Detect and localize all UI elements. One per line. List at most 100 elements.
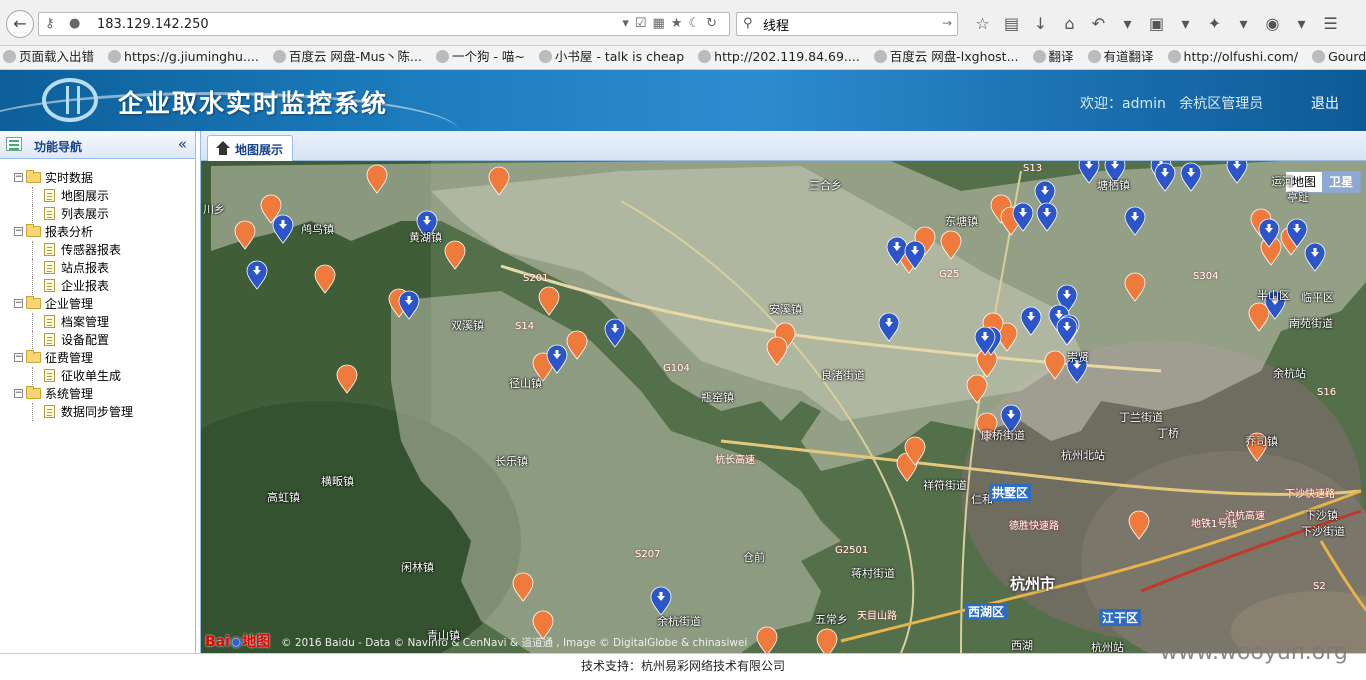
sidebar: 功能导航 « − 实时数据 地图展示 列表展示 − 报表分析 传感器报表 站点报表 企业报表 − 企… (0, 131, 196, 653)
bookmark-item[interactable]: https://g.jiuminghu.... (105, 46, 259, 68)
bookmark-label: 翻译 (1048, 49, 1074, 64)
page-icon (44, 315, 55, 328)
map-place-label: 东塘镇 (945, 215, 978, 228)
bookmark-item[interactable]: 百度云 网盘-Mus丶陈... (270, 46, 422, 68)
logout-link[interactable]: 退出 (1311, 93, 1339, 113)
nav-group[interactable]: − 征费管理 (0, 349, 195, 367)
nav-item[interactable]: 档案管理 (0, 313, 195, 331)
nav-group-label: 征费管理 (45, 351, 94, 365)
nav-item[interactable]: 地图展示 (0, 187, 195, 205)
nav-item-label: 设备配置 (61, 333, 110, 347)
bookmark-item[interactable]: 页面载入出错 (0, 46, 94, 68)
bookmark-item[interactable]: 翻译 (1030, 46, 1074, 68)
app-logo-icon (42, 78, 98, 122)
nav-item[interactable]: 站点报表 (0, 259, 195, 277)
bookmark-favicon-icon (1032, 50, 1046, 63)
map-view[interactable]: 地图 卫星 Bai◉地图 © 2016 Baidu - Data © NavIn… (201, 161, 1366, 653)
map-road-label: S16 (1317, 387, 1337, 398)
nav-group[interactable]: − 实时数据 (0, 169, 195, 187)
bookmark-item[interactable]: 百度云 网盘-lxghost... (871, 46, 1019, 68)
bookmark-item[interactable]: 小书屋 - talk is cheap (536, 46, 684, 68)
nav-item[interactable]: 设备配置 (0, 331, 195, 349)
map-district-label: 西湖区 (965, 603, 1008, 620)
dropdown-icon[interactable]: ▾ (1171, 12, 1200, 36)
nav-group[interactable]: − 系统管理 (0, 385, 195, 403)
nav-item[interactable]: 传感器报表 (0, 241, 195, 259)
nav-item[interactable]: 列表展示 (0, 205, 195, 223)
dropdown-icon[interactable]: ▾ (1287, 12, 1316, 36)
bookmark-favicon-icon (538, 50, 552, 63)
nav-group[interactable]: − 报表分析 (0, 223, 195, 241)
map-road-label: G2501 (835, 545, 869, 556)
bookmark-label: https://g.jiuminghu.... (124, 49, 259, 64)
map-place-label: 径山镇 (509, 377, 542, 390)
map-place-label: 长乐镇 (495, 455, 528, 468)
map-type-satellite-button[interactable]: 卫星 (1322, 172, 1360, 192)
tree-line (32, 277, 33, 295)
extension-icon[interactable]: ✦ (1200, 12, 1229, 36)
welcome-text: 欢迎：admin 余杭区管理员 (1080, 96, 1264, 112)
crop-icon[interactable]: ▣ (1142, 12, 1171, 36)
nav-group-label: 报表分析 (45, 225, 94, 239)
map-road-label: 杭长高速 (715, 455, 755, 466)
menu-icon[interactable]: ☰ (1316, 12, 1345, 36)
collapse-toggle-icon[interactable]: − (14, 173, 23, 182)
home-icon (216, 141, 230, 155)
nav-item-label: 企业报表 (61, 279, 110, 293)
nav-group[interactable]: − 企业管理 (0, 295, 195, 313)
back-button[interactable]: ← (6, 10, 34, 38)
url-bar[interactable]: ⚷ ● 183.129.142.250 ▾☑▦★☾↻ (38, 12, 730, 36)
bookmark-label: http://202.119.84.69.... (714, 49, 860, 64)
tab-strip: 地图展示 (201, 131, 1366, 161)
collapse-toggle-icon[interactable]: − (14, 299, 23, 308)
collapse-toggle-icon[interactable]: − (14, 389, 23, 398)
collapse-icon[interactable]: « (178, 135, 187, 153)
map-place-label: 塘栖镇 (1097, 179, 1130, 192)
tree-line (32, 403, 33, 421)
map-place-label: 丁桥 (1157, 427, 1179, 440)
bookmark-favicon-icon (272, 50, 286, 63)
home-icon[interactable]: ⌂ (1055, 12, 1084, 36)
undo-icon[interactable]: ↶ (1084, 12, 1113, 36)
dropdown-icon[interactable]: ▾ (1113, 12, 1142, 36)
collapse-toggle-icon[interactable]: − (14, 353, 23, 362)
search-go-icon[interactable]: → (942, 16, 952, 30)
map-copyright: © 2016 Baidu - Data © NavInfo & CenNavi … (281, 637, 748, 649)
reading-list-icon[interactable]: ▤ (997, 12, 1026, 36)
bookmark-favicon-icon (108, 50, 122, 63)
map-place-label: 临平区 (1301, 291, 1334, 304)
tab-map-display[interactable]: 地图展示 (207, 135, 293, 161)
bookmark-item[interactable]: 有道翻译 (1085, 46, 1154, 68)
nav-group-label: 实时数据 (45, 171, 94, 185)
map-road-label: G25 (939, 269, 960, 280)
map-place-label: 祥符街道 (923, 479, 967, 492)
bookmark-star-icon[interactable]: ☆ (968, 12, 997, 36)
map-place-label: 三合乡 (809, 179, 842, 192)
nav-item[interactable]: 数据同步管理 (0, 403, 195, 421)
url-text[interactable]: 183.129.142.250 (97, 17, 209, 32)
dropdown-icon[interactable]: ▾ (1229, 12, 1258, 36)
bookmark-item[interactable]: GourdScan (1309, 46, 1366, 68)
map-place-label: 杭州站 (1091, 641, 1124, 653)
search-input[interactable] (763, 15, 943, 33)
map-place-label: 双溪镇 (451, 319, 484, 332)
tree-line (32, 367, 33, 385)
bookmark-item[interactable]: 一个狗 - 喵~ (433, 46, 525, 68)
bookmark-item[interactable]: http://olfushi.com/ (1165, 46, 1299, 68)
nav-tree: − 实时数据地图展示 列表展示 − 报表分析传感器报表 站点报表企业报表 − 企业管理 档案管理… (0, 159, 195, 421)
nav-item[interactable]: 征收单生成 (0, 367, 195, 385)
download-icon[interactable]: ↓ (1026, 12, 1055, 36)
search-bar[interactable]: ⚲ → (736, 12, 958, 36)
map-canvas[interactable] (201, 161, 1366, 653)
map-place-label: 丁兰街道 (1119, 411, 1163, 424)
folder-icon (26, 170, 41, 183)
profile-icon[interactable]: ◉ (1258, 12, 1287, 36)
map-place-label: 半山区 (1257, 289, 1290, 302)
page-icon (44, 207, 55, 220)
bookmark-label: http://olfushi.com/ (1183, 49, 1299, 64)
collapse-toggle-icon[interactable]: − (14, 227, 23, 236)
tree-line (32, 313, 33, 331)
nav-item[interactable]: 企业报表 (0, 277, 195, 295)
tree-line (32, 259, 33, 277)
bookmark-item[interactable]: http://202.119.84.69.... (695, 46, 860, 68)
